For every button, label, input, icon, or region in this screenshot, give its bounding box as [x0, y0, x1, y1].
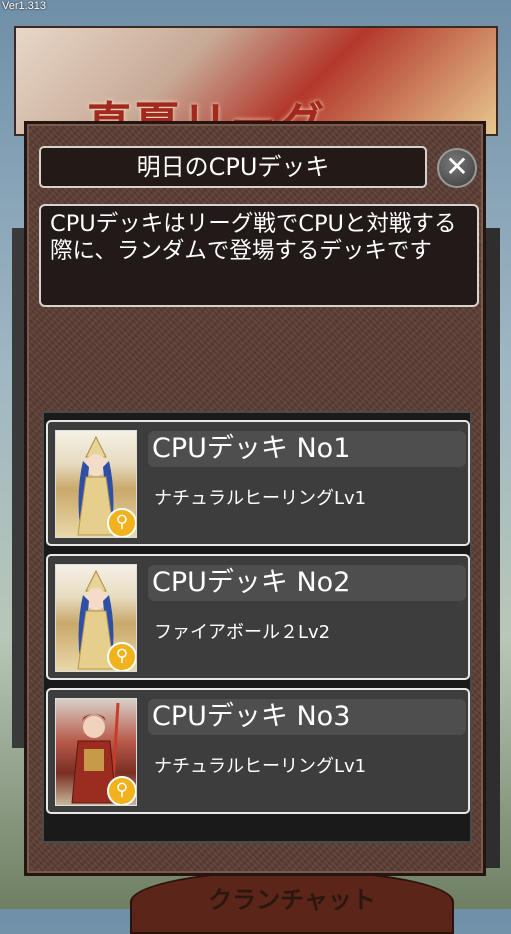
clan-chat-label: クランチャット — [208, 885, 376, 914]
version-label: Ver1.313 — [2, 0, 47, 12]
deck-name: CPUデッキ No2 — [148, 565, 466, 601]
deck-card-portrait[interactable]: ⚲ — [55, 698, 137, 806]
background-panel-right — [486, 228, 500, 868]
deck-card-portrait[interactable]: ⚲ — [55, 564, 137, 672]
deck-skill: ナチュラルヒーリングLv1 — [154, 488, 367, 509]
deck-skill: ナチュラルヒーリングLv1 — [154, 756, 367, 777]
dialog-description: CPUデッキはリーグ戦でCPUと対戦する際に、ランダムで登場するデッキです — [39, 204, 479, 307]
deck-row-3[interactable]: ⚲ CPUデッキ No3 ナチュラルヒーリングLv1 — [46, 688, 470, 814]
close-icon: ✕ — [445, 150, 469, 183]
event-banner: 真夏リーグ — [14, 26, 498, 136]
deck-skill: ファイアボール２Lv2 — [154, 622, 331, 643]
deck-list[interactable]: ⚲ CPUデッキ No1 ナチュラルヒーリングLv1 ⚲ CPUデッキ No2 … — [42, 411, 472, 843]
deck-row-1[interactable]: ⚲ CPUデッキ No1 ナチュラルヒーリングLv1 — [46, 420, 470, 546]
deck-name: CPUデッキ No1 — [148, 431, 466, 467]
magnify-icon[interactable]: ⚲ — [107, 508, 136, 537]
cpu-deck-dialog: 明日のCPUデッキ ✕ CPUデッキはリーグ戦でCPUと対戦する際に、ランダムで… — [24, 121, 486, 876]
clan-chat-tab[interactable]: クランチャット — [130, 870, 454, 934]
deck-row-2[interactable]: ⚲ CPUデッキ No2 ファイアボール２Lv2 — [46, 554, 470, 680]
magnify-icon[interactable]: ⚲ — [107, 642, 136, 671]
deck-card-portrait[interactable]: ⚲ — [55, 430, 137, 538]
deck-name: CPUデッキ No3 — [148, 699, 466, 735]
close-button[interactable]: ✕ — [437, 148, 477, 188]
dialog-title: 明日のCPUデッキ — [39, 146, 427, 188]
magnify-icon[interactable]: ⚲ — [107, 776, 136, 805]
